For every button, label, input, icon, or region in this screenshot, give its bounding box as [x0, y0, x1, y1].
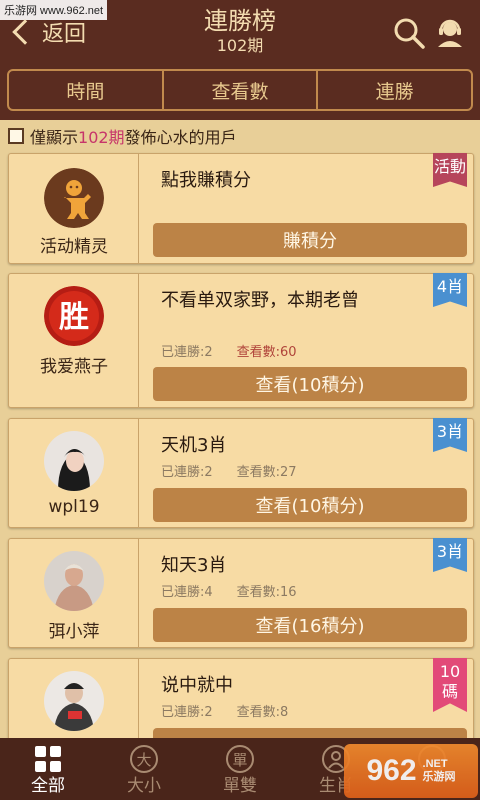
user-name: 我爱燕子	[40, 357, 108, 377]
avatar[interactable]: 胜	[44, 286, 104, 346]
sort-tabs: 時間 查看數 連勝	[7, 69, 473, 111]
win-streak: 已連勝:2	[161, 345, 213, 360]
category-tag: 10碼	[433, 658, 467, 712]
filter-suffix: 發佈心水的用戶	[124, 128, 237, 147]
category-tag: 3肖	[433, 418, 467, 452]
tab-streak[interactable]: 連勝	[318, 71, 471, 109]
title-block: 連勝榜 102期	[140, 6, 340, 56]
category-tag: 活動	[433, 153, 467, 187]
user-photo-avatar-icon	[44, 551, 104, 611]
view-count: 查看數:8	[236, 705, 289, 720]
category-tag: 4肖	[433, 273, 467, 307]
page-title: 連勝榜	[204, 7, 276, 35]
logo-text: .NET 乐游网	[423, 758, 456, 784]
win-streak: 已連勝:2	[161, 465, 213, 480]
tab-time[interactable]: 時間	[9, 71, 164, 109]
da-icon: 大	[130, 745, 158, 773]
list-item: 胜 我爱燕子 不看单双家野，本期老曾 已連勝:2 查看數:60 查看(10積分) …	[8, 273, 474, 408]
earn-points-button[interactable]: 賺積分	[153, 223, 467, 257]
avatar[interactable]	[44, 168, 104, 228]
filter-checkbox[interactable]	[8, 128, 24, 144]
svg-text:胜: 胜	[59, 300, 89, 335]
list-item: 弭小萍 知天3肖 已連勝:4 查看數:16 查看(16積分) 3肖	[8, 538, 474, 648]
category-tag: 3肖	[433, 538, 467, 572]
nav-label: 單雙	[223, 776, 257, 796]
svg-text:大: 大	[136, 751, 151, 769]
list-item: 活动精灵 點我賺積分 賺積分 活動	[8, 153, 474, 264]
back-button[interactable]: 返回	[10, 16, 86, 48]
post-title: 點我賺積分	[161, 170, 251, 191]
victory-character-avatar-icon: 胜	[44, 286, 104, 346]
dan-icon: 單	[226, 745, 254, 773]
svg-text:單: 單	[232, 751, 247, 769]
post-stats: 已連勝:2 查看數:27	[161, 461, 297, 480]
back-label: 返回	[42, 22, 87, 47]
avatar[interactable]	[44, 671, 104, 731]
post-title: 说中就中	[161, 675, 233, 696]
view-button[interactable]: 查看(10積分)	[153, 488, 467, 522]
nav-all[interactable]: 全部	[0, 738, 96, 800]
nav-size[interactable]: 大 大小	[96, 738, 192, 800]
view-button[interactable]: 查看(10積分)	[153, 367, 467, 401]
page-subtitle: 102期	[216, 36, 264, 55]
post-title: 知天3肖	[161, 555, 227, 576]
tab-views[interactable]: 查看數	[164, 71, 319, 109]
view-count: 查看數:27	[236, 465, 297, 480]
user-photo-avatar-icon	[44, 671, 104, 731]
chevron-left-icon	[12, 19, 38, 45]
logo-cn: 乐游网	[422, 771, 456, 783]
site-logo: 962 .NET 乐游网	[344, 744, 478, 798]
post-title: 不看单双家野，本期老曾	[161, 290, 359, 311]
list-item: wpl19 天机3肖 已連勝:2 查看數:27 查看(10積分) 3肖	[8, 418, 474, 528]
search-icon[interactable]	[392, 16, 426, 50]
avatar[interactable]	[44, 431, 104, 491]
user-name: 弭小萍	[48, 622, 100, 642]
user-photo-avatar-icon	[44, 431, 104, 491]
post-title: 天机3肖	[161, 435, 227, 456]
logo-net: .NET	[422, 758, 448, 770]
user-name: wpl19	[48, 497, 100, 517]
post-stats: 已連勝:2 查看數:60	[161, 341, 297, 360]
nav-odd-even[interactable]: 單 單雙	[192, 738, 288, 800]
user-name: 活动精灵	[40, 237, 108, 257]
filter-period: 102期	[78, 128, 125, 147]
view-button[interactable]: 查看(16積分)	[153, 608, 467, 642]
grid-icon	[35, 746, 61, 772]
filter-prefix: 僅顯示	[30, 128, 79, 147]
view-count: 查看數:16	[236, 585, 297, 600]
win-streak: 已連勝:4	[161, 585, 213, 600]
post-stats: 已連勝:2 查看數:8	[161, 701, 288, 720]
avatar[interactable]	[44, 551, 104, 611]
gingerbread-avatar-icon	[44, 168, 104, 228]
nav-label: 大小	[127, 776, 161, 796]
view-count: 查看數:60	[236, 345, 297, 360]
post-stats: 已連勝:4 查看數:16	[161, 581, 297, 600]
logo-number: 962	[366, 754, 417, 787]
period-filter[interactable]: 僅顯示 102期 發佈心水的用戶	[8, 124, 237, 148]
nav-label: 全部	[31, 776, 65, 796]
win-streak: 已連勝:2	[161, 705, 213, 720]
customer-service-icon[interactable]	[434, 16, 466, 48]
